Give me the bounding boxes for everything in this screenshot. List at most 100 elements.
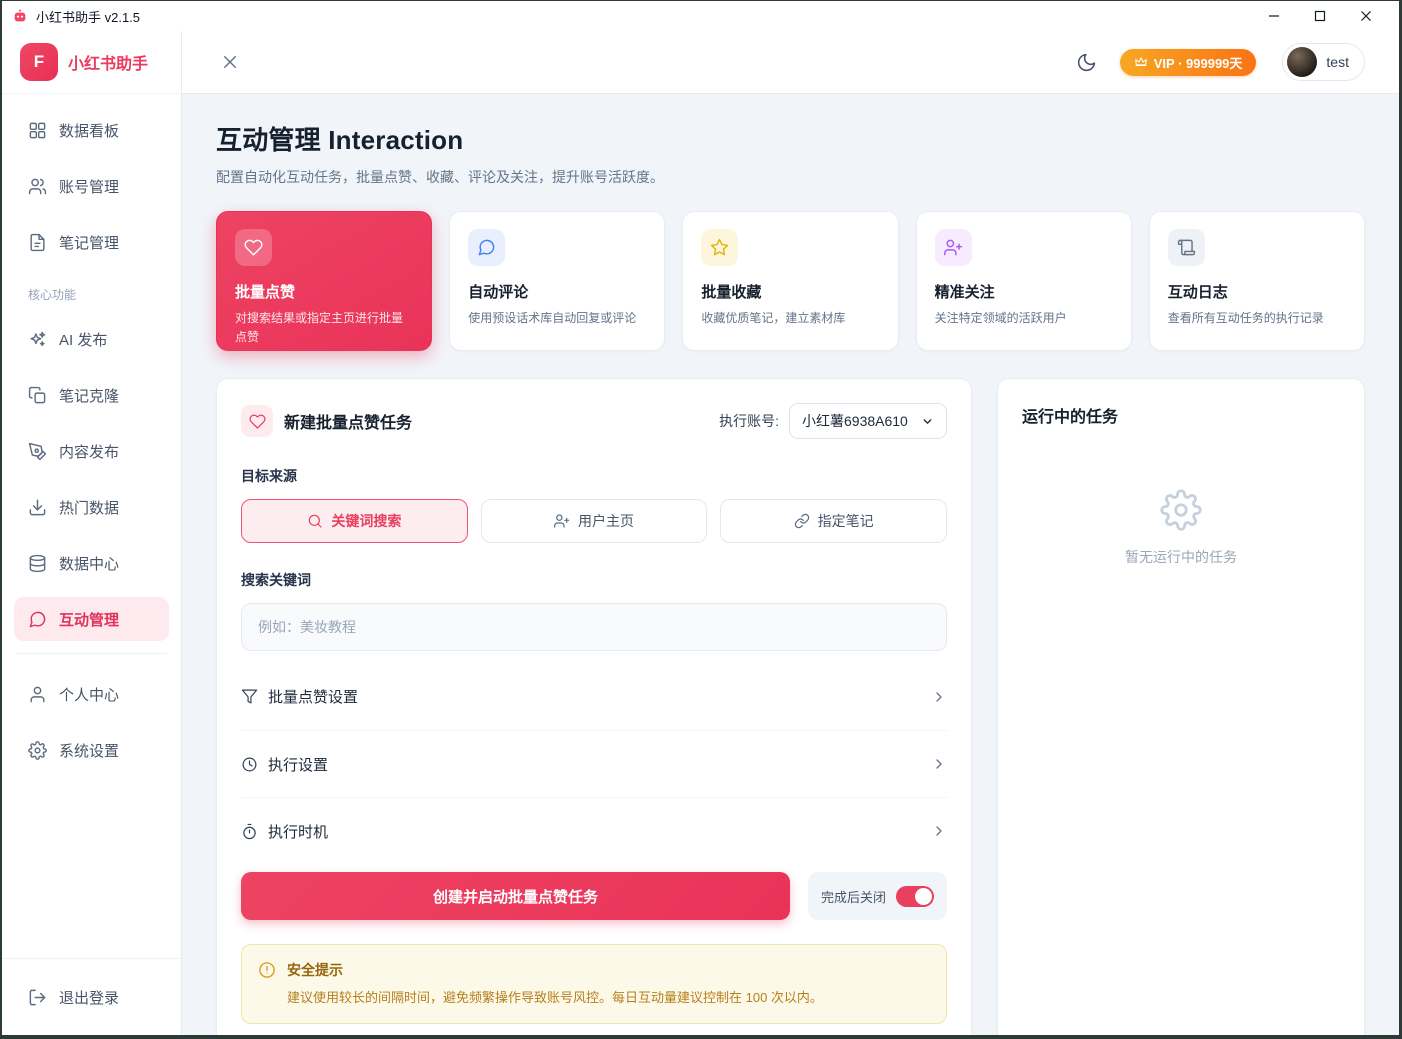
tasks-empty-state: 暂无运行中的任务 (1022, 489, 1340, 567)
chevron-right-icon (931, 756, 947, 772)
scroll-icon (1177, 238, 1196, 257)
crown-icon (1134, 55, 1148, 69)
sidebar-item-label: 内容发布 (59, 441, 119, 462)
maximize-button[interactable] (1297, 1, 1343, 31)
sidebar-footer: 退出登录 (2, 958, 181, 1035)
sidebar-item-profile[interactable]: 个人中心 (14, 672, 169, 716)
user-plus-icon (554, 513, 570, 529)
safety-notice: 安全提示 建议使用较长的间隔时间，避免频繁操作导致账号风控。每日互动量建议控制在… (241, 944, 947, 1024)
section-execution-timing[interactable]: 执行时机 (241, 797, 947, 864)
sidebar-item-interaction[interactable]: 互动管理 (14, 597, 169, 641)
source-label: 用户主页 (578, 511, 634, 531)
user-icon (28, 685, 47, 704)
dark-mode-toggle[interactable] (1070, 45, 1104, 79)
card-interaction-log[interactable]: 互动日志 查看所有互动任务的执行记录 (1149, 211, 1365, 351)
card-desc: 收藏优质笔记，建立素材库 (701, 309, 879, 328)
source-keyword-search[interactable]: 关键词搜索 (241, 499, 468, 543)
source-tabs: 关键词搜索 用户主页 指定笔记 (241, 499, 947, 543)
timer-icon (241, 823, 258, 840)
card-desc: 关注特定领域的活跃用户 (935, 309, 1113, 328)
funnel-icon (241, 688, 258, 705)
brand: F 小红书助手 (2, 31, 181, 94)
card-title: 自动评论 (468, 281, 646, 302)
form-title: 新建批量点赞任务 (284, 409, 719, 433)
sidebar-item-notes[interactable]: 笔记管理 (14, 220, 169, 264)
vip-label: VIP · 999999天 (1154, 53, 1243, 72)
card-auto-comment[interactable]: 自动评论 使用预设话术库自动回复或评论 (449, 211, 665, 351)
sidebar-nav: 数据看板 账号管理 笔记管理 核心功能 AI 发布 笔记克隆 (2, 94, 181, 958)
page-subtitle: 配置自动化互动任务，批量点赞、收藏、评论及关注，提升账号活跃度。 (216, 167, 1365, 187)
user-plus-icon (944, 238, 963, 257)
card-desc: 使用预设话术库自动回复或评论 (468, 309, 646, 328)
vip-badge[interactable]: VIP · 999999天 (1120, 49, 1257, 76)
pen-icon (28, 442, 47, 461)
moon-icon (1076, 52, 1097, 73)
sidebar-item-label: 账号管理 (59, 176, 119, 197)
user-menu[interactable]: test (1282, 43, 1365, 81)
topbar: VIP · 999999天 test (182, 31, 1399, 94)
chat-icon (28, 610, 47, 629)
keyword-input[interactable] (241, 603, 947, 651)
database-icon (28, 554, 47, 573)
card-title: 互动日志 (1168, 281, 1346, 302)
source-user-homepage[interactable]: 用户主页 (481, 499, 708, 543)
sidebar-item-ai-publish[interactable]: AI 发布 (14, 317, 169, 361)
create-task-button[interactable]: 创建并启动批量点赞任务 (241, 872, 790, 920)
link-icon (794, 513, 810, 529)
chat-icon (477, 238, 496, 257)
section-label: 执行时机 (268, 821, 921, 842)
sidebar-item-label: 笔记管理 (59, 232, 119, 253)
sidebar-section-label: 核心功能 (14, 276, 169, 317)
notice-text: 建议使用较长的间隔时间，避免频繁操作导致账号风控。每日互动量建议控制在 100 … (287, 988, 823, 1008)
sidebar-item-accounts[interactable]: 账号管理 (14, 164, 169, 208)
download-icon (28, 498, 47, 517)
minimize-button[interactable] (1251, 1, 1297, 31)
sidebar-item-dashboard[interactable]: 数据看板 (14, 108, 169, 152)
copy-icon (28, 386, 47, 405)
card-title: 批量收藏 (701, 281, 879, 302)
file-icon (28, 233, 47, 252)
gear-icon (28, 741, 47, 760)
notice-title: 安全提示 (287, 960, 823, 980)
card-batch-like[interactable]: 批量点赞 对搜索结果或指定主页进行批量点赞 (216, 211, 432, 351)
sparkles-icon (28, 330, 47, 349)
sidebar-item-note-clone[interactable]: 笔记克隆 (14, 373, 169, 417)
section-label: 批量点赞设置 (268, 686, 921, 707)
sidebar-item-label: 个人中心 (59, 684, 119, 705)
sidebar-item-label: 互动管理 (59, 609, 119, 630)
account-select[interactable]: 小红薯6938A610 (789, 403, 947, 439)
close-button[interactable] (1343, 1, 1389, 31)
os-titlebar: 小红书助手 v2.1.5 (2, 1, 1399, 31)
page-title: 互动管理 Interaction (216, 120, 1365, 157)
window-title: 小红书助手 v2.1.5 (36, 7, 140, 26)
page-close-button[interactable] (216, 48, 244, 76)
grid-icon (28, 121, 47, 140)
sidebar-item-hot-data[interactable]: 热门数据 (14, 485, 169, 529)
feature-cards: 批量点赞 对搜索结果或指定主页进行批量点赞 自动评论 使用预设话术库自动回复或评… (216, 211, 1365, 351)
sidebar-item-content-publish[interactable]: 内容发布 (14, 429, 169, 473)
card-precise-follow[interactable]: 精准关注 关注特定领域的活跃用户 (916, 211, 1132, 351)
section-like-settings[interactable]: 批量点赞设置 (241, 663, 947, 730)
sidebar-item-label: 数据看板 (59, 120, 119, 141)
card-batch-favorite[interactable]: 批量收藏 收藏优质笔记，建立素材库 (682, 211, 898, 351)
section-execution-settings[interactable]: 执行设置 (241, 730, 947, 797)
source-specific-note[interactable]: 指定笔记 (720, 499, 947, 543)
sidebar-item-label: 系统设置 (59, 740, 119, 761)
close-icon (221, 53, 239, 71)
card-title: 批量点赞 (235, 281, 413, 302)
sidebar-item-data-center[interactable]: 数据中心 (14, 541, 169, 585)
close-after-finish-control: 完成后关闭 (808, 872, 947, 920)
sidebar-item-label: 笔记克隆 (59, 385, 119, 406)
chevron-right-icon (931, 823, 947, 839)
logout-button[interactable]: 退出登录 (14, 975, 169, 1019)
tasks-empty-text: 暂无运行中的任务 (1125, 547, 1237, 567)
card-desc: 查看所有互动任务的执行记录 (1168, 309, 1346, 328)
chevron-down-icon (921, 415, 934, 428)
clock-icon (241, 756, 258, 773)
source-label: 目标来源 (241, 466, 947, 486)
new-task-form: 新建批量点赞任务 执行账号: 小红薯6938A610 目标来源 关键词搜 (216, 378, 972, 1035)
account-select-value: 小红薯6938A610 (802, 411, 908, 431)
close-after-finish-toggle[interactable] (896, 886, 934, 907)
sidebar-item-settings[interactable]: 系统设置 (14, 728, 169, 772)
card-title: 精准关注 (935, 281, 1113, 302)
